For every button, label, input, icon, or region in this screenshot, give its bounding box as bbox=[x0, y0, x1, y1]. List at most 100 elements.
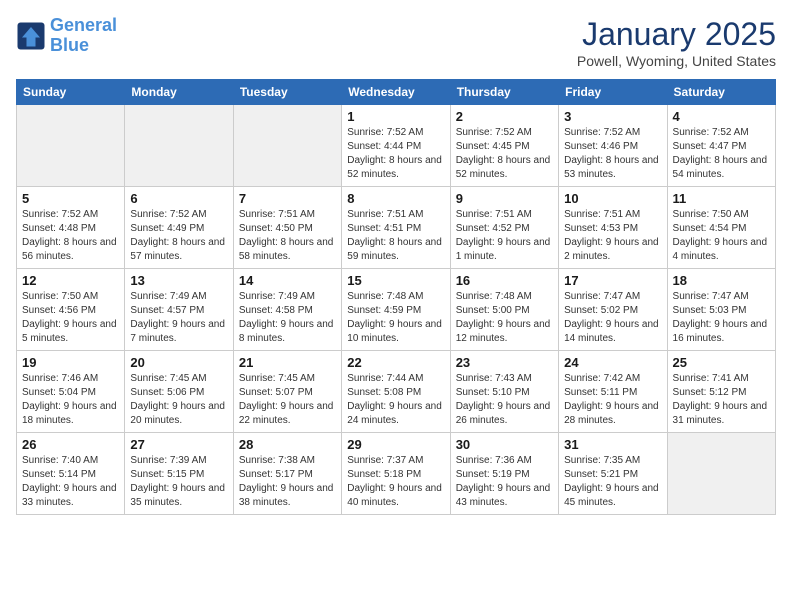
weekday-header-saturday: Saturday bbox=[667, 80, 775, 105]
day-info: Sunrise: 7:52 AM Sunset: 4:47 PM Dayligh… bbox=[673, 126, 770, 182]
calendar-cell: 19 Sunrise: 7:46 AM Sunset: 5:04 PM Dayli… bbox=[17, 351, 125, 433]
calendar-cell: 20Sunrise: 7:45 AM Sunset: 5:06 PM Dayli… bbox=[125, 351, 233, 433]
day-info: Sunrise: 7:49 AM Sunset: 4:58 PM Dayligh… bbox=[239, 290, 336, 346]
calendar-table: SundayMondayTuesdayWednesdayThursdayFrid… bbox=[16, 79, 776, 515]
day-number: 6 bbox=[130, 191, 227, 206]
day-info: Sunrise: 7:46 AM Sunset: 5:04 PM Dayligh… bbox=[22, 372, 119, 428]
calendar-cell: 5 Sunrise: 7:52 AM Sunset: 4:48 PM Daylig… bbox=[17, 187, 125, 269]
calendar-cell: 2 Sunrise: 7:52 AM Sunset: 4:45 PM Daylig… bbox=[450, 105, 558, 187]
calendar-cell: 24 Sunrise: 7:42 AM Sunset: 5:11 PM Dayli… bbox=[559, 351, 667, 433]
day-info: Sunrise: 7:49 AM Sunset: 4:57 PM Dayligh… bbox=[130, 290, 227, 346]
day-number: 30 bbox=[456, 437, 553, 452]
calendar-cell: 30 Sunrise: 7:36 AM Sunset: 5:19 PM Dayli… bbox=[450, 433, 558, 515]
calendar-cell: 12Sunrise: 7:50 AM Sunset: 4:56 PM Dayli… bbox=[17, 269, 125, 351]
day-number: 4 bbox=[673, 109, 770, 124]
day-number: 23 bbox=[456, 355, 553, 370]
calendar-title: January 2025 bbox=[577, 16, 776, 53]
day-info: Sunrise: 7:52 AM Sunset: 4:44 PM Dayligh… bbox=[347, 126, 444, 182]
day-number: 13 bbox=[130, 273, 227, 288]
day-number: 28 bbox=[239, 437, 336, 452]
calendar-cell bbox=[233, 105, 341, 187]
day-info: Sunrise: 7:52 AM Sunset: 4:46 PM Dayligh… bbox=[564, 126, 661, 182]
day-number: 24 bbox=[564, 355, 661, 370]
day-number: 31 bbox=[564, 437, 661, 452]
calendar-week-row: 5 Sunrise: 7:52 AM Sunset: 4:48 PM Daylig… bbox=[17, 187, 776, 269]
title-area: January 2025 Powell, Wyoming, United Sta… bbox=[577, 16, 776, 69]
day-number: 3 bbox=[564, 109, 661, 124]
day-info: Sunrise: 7:40 AM Sunset: 5:14 PM Dayligh… bbox=[22, 454, 119, 510]
day-info: Sunrise: 7:35 AM Sunset: 5:21 PM Dayligh… bbox=[564, 454, 661, 510]
calendar-cell: 29 Sunrise: 7:37 AM Sunset: 5:18 PM Dayli… bbox=[342, 433, 450, 515]
day-info: Sunrise: 7:51 AM Sunset: 4:53 PM Dayligh… bbox=[564, 208, 661, 264]
calendar-cell: 27 Sunrise: 7:39 AM Sunset: 5:15 PM Dayli… bbox=[125, 433, 233, 515]
day-info: Sunrise: 7:47 AM Sunset: 5:03 PM Dayligh… bbox=[673, 290, 770, 346]
day-info: Sunrise: 7:52 AM Sunset: 4:48 PM Dayligh… bbox=[22, 208, 119, 264]
day-info: Sunrise: 7:52 AM Sunset: 4:45 PM Dayligh… bbox=[456, 126, 553, 182]
day-number: 21 bbox=[239, 355, 336, 370]
day-info: Sunrise: 7:42 AM Sunset: 5:11 PM Dayligh… bbox=[564, 372, 661, 428]
calendar-cell: 17 Sunrise: 7:47 AM Sunset: 5:02 PM Dayli… bbox=[559, 269, 667, 351]
day-number: 29 bbox=[347, 437, 444, 452]
calendar-cell: 21 Sunrise: 7:45 AM Sunset: 5:07 PM Dayli… bbox=[233, 351, 341, 433]
calendar-cell: 9Sunrise: 7:51 AM Sunset: 4:52 PM Daylig… bbox=[450, 187, 558, 269]
logo: General Blue bbox=[16, 16, 117, 56]
day-info: Sunrise: 7:43 AM Sunset: 5:10 PM Dayligh… bbox=[456, 372, 553, 428]
calendar-cell: 23 Sunrise: 7:43 AM Sunset: 5:10 PM Dayli… bbox=[450, 351, 558, 433]
calendar-cell: 15 Sunrise: 7:48 AM Sunset: 4:59 PM Dayli… bbox=[342, 269, 450, 351]
day-number: 12 bbox=[22, 273, 119, 288]
day-info: Sunrise: 7:44 AM Sunset: 5:08 PM Dayligh… bbox=[347, 372, 444, 428]
day-number: 5 bbox=[22, 191, 119, 206]
day-number: 16 bbox=[456, 273, 553, 288]
day-number: 19 bbox=[22, 355, 119, 370]
day-info: Sunrise: 7:39 AM Sunset: 5:15 PM Dayligh… bbox=[130, 454, 227, 510]
day-number: 22 bbox=[347, 355, 444, 370]
day-number: 18 bbox=[673, 273, 770, 288]
calendar-subtitle: Powell, Wyoming, United States bbox=[577, 53, 776, 69]
day-info: Sunrise: 7:37 AM Sunset: 5:18 PM Dayligh… bbox=[347, 454, 444, 510]
calendar-cell bbox=[17, 105, 125, 187]
calendar-cell: 25Sunrise: 7:41 AM Sunset: 5:12 PM Dayli… bbox=[667, 351, 775, 433]
calendar-cell: 4 Sunrise: 7:52 AM Sunset: 4:47 PM Daylig… bbox=[667, 105, 775, 187]
day-info: Sunrise: 7:41 AM Sunset: 5:12 PM Dayligh… bbox=[673, 372, 770, 428]
day-info: Sunrise: 7:48 AM Sunset: 4:59 PM Dayligh… bbox=[347, 290, 444, 346]
calendar-cell: 8 Sunrise: 7:51 AM Sunset: 4:51 PM Daylig… bbox=[342, 187, 450, 269]
weekday-header-thursday: Thursday bbox=[450, 80, 558, 105]
logo-text: General Blue bbox=[50, 16, 117, 56]
calendar-week-row: 26 Sunrise: 7:40 AM Sunset: 5:14 PM Dayli… bbox=[17, 433, 776, 515]
calendar-cell: 7Sunrise: 7:51 AM Sunset: 4:50 PM Daylig… bbox=[233, 187, 341, 269]
day-info: Sunrise: 7:48 AM Sunset: 5:00 PM Dayligh… bbox=[456, 290, 553, 346]
calendar-cell: 18 Sunrise: 7:47 AM Sunset: 5:03 PM Dayli… bbox=[667, 269, 775, 351]
day-number: 26 bbox=[22, 437, 119, 452]
weekday-header-friday: Friday bbox=[559, 80, 667, 105]
day-number: 17 bbox=[564, 273, 661, 288]
calendar-cell: 10 Sunrise: 7:51 AM Sunset: 4:53 PM Dayli… bbox=[559, 187, 667, 269]
day-number: 8 bbox=[347, 191, 444, 206]
calendar-cell: 26 Sunrise: 7:40 AM Sunset: 5:14 PM Dayli… bbox=[17, 433, 125, 515]
calendar-cell bbox=[125, 105, 233, 187]
weekday-header-tuesday: Tuesday bbox=[233, 80, 341, 105]
weekday-header-sunday: Sunday bbox=[17, 80, 125, 105]
day-info: Sunrise: 7:36 AM Sunset: 5:19 PM Dayligh… bbox=[456, 454, 553, 510]
logo-icon bbox=[16, 21, 46, 51]
day-number: 11 bbox=[673, 191, 770, 206]
day-info: Sunrise: 7:52 AM Sunset: 4:49 PM Dayligh… bbox=[130, 208, 227, 264]
day-info: Sunrise: 7:51 AM Sunset: 4:51 PM Dayligh… bbox=[347, 208, 444, 264]
calendar-cell: 1Sunrise: 7:52 AM Sunset: 4:44 PM Daylig… bbox=[342, 105, 450, 187]
day-number: 15 bbox=[347, 273, 444, 288]
calendar-cell: 22 Sunrise: 7:44 AM Sunset: 5:08 PM Dayli… bbox=[342, 351, 450, 433]
day-info: Sunrise: 7:38 AM Sunset: 5:17 PM Dayligh… bbox=[239, 454, 336, 510]
day-number: 10 bbox=[564, 191, 661, 206]
calendar-week-row: 12Sunrise: 7:50 AM Sunset: 4:56 PM Dayli… bbox=[17, 269, 776, 351]
day-info: Sunrise: 7:45 AM Sunset: 5:07 PM Dayligh… bbox=[239, 372, 336, 428]
day-number: 2 bbox=[456, 109, 553, 124]
day-number: 27 bbox=[130, 437, 227, 452]
day-info: Sunrise: 7:47 AM Sunset: 5:02 PM Dayligh… bbox=[564, 290, 661, 346]
day-number: 7 bbox=[239, 191, 336, 206]
calendar-week-row: 19 Sunrise: 7:46 AM Sunset: 5:04 PM Dayli… bbox=[17, 351, 776, 433]
calendar-week-row: 1Sunrise: 7:52 AM Sunset: 4:44 PM Daylig… bbox=[17, 105, 776, 187]
calendar-cell: 11Sunrise: 7:50 AM Sunset: 4:54 PM Dayli… bbox=[667, 187, 775, 269]
calendar-cell: 6 Sunrise: 7:52 AM Sunset: 4:49 PM Daylig… bbox=[125, 187, 233, 269]
header: General Blue January 2025 Powell, Wyomin… bbox=[16, 16, 776, 69]
day-info: Sunrise: 7:45 AM Sunset: 5:06 PM Dayligh… bbox=[130, 372, 227, 428]
calendar-cell: 31 Sunrise: 7:35 AM Sunset: 5:21 PM Dayli… bbox=[559, 433, 667, 515]
